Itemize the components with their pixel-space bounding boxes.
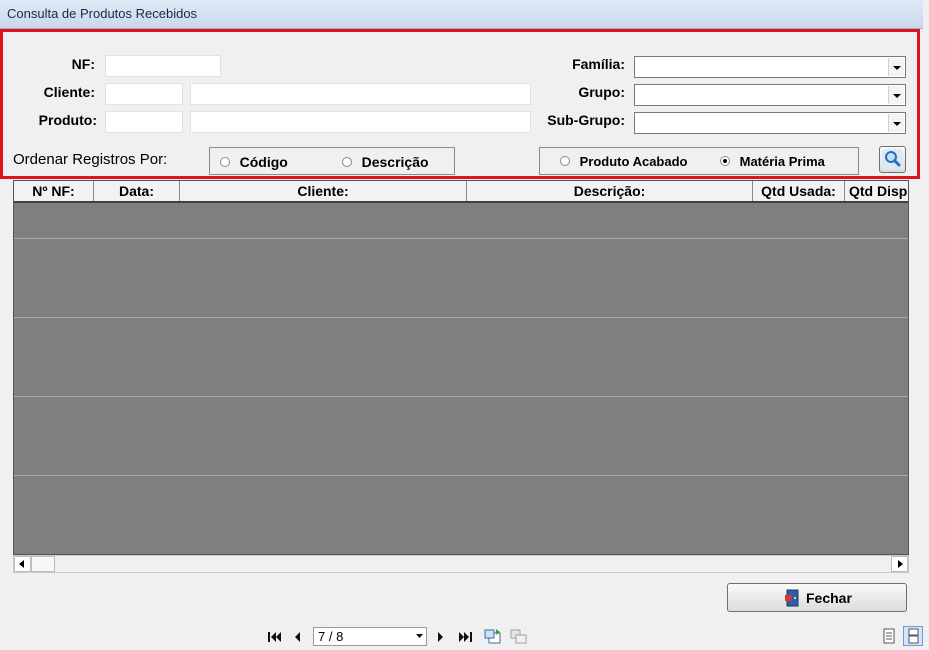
horizontal-scrollbar[interactable] <box>13 555 909 573</box>
row-divider <box>14 317 908 318</box>
report-navigation-bar: 7 / 8 <box>0 622 929 650</box>
column-header-descricao[interactable]: Descrição: <box>467 181 753 201</box>
grid-header: Nº NF: Data: Cliente: Descrição: Qtd Usa… <box>14 181 908 203</box>
close-button-label: Fechar <box>806 590 852 606</box>
scroll-left-button[interactable] <box>14 556 31 572</box>
chevron-down-icon <box>416 634 423 638</box>
copy-icon[interactable] <box>510 628 528 645</box>
column-header-cliente[interactable]: Cliente: <box>180 181 467 201</box>
arrow-right-icon <box>898 560 903 568</box>
next-page-icon[interactable] <box>436 630 446 644</box>
column-header-nf[interactable]: Nº NF: <box>14 181 94 201</box>
row-divider <box>14 396 908 397</box>
title-bar: Consulta de Produtos Recebidos <box>0 0 923 29</box>
results-grid[interactable]: Nº NF: Data: Cliente: Descrição: Qtd Usa… <box>13 180 909 555</box>
page-indicator: 7 / 8 <box>318 629 344 644</box>
door-exit-icon <box>785 589 799 607</box>
first-page-icon[interactable] <box>266 630 282 644</box>
previous-page-icon[interactable] <box>292 630 302 644</box>
multi-page-view-icon <box>908 628 919 644</box>
close-button[interactable]: Fechar <box>727 583 907 612</box>
column-header-qtd-disp[interactable]: Qtd Disp <box>845 181 908 201</box>
page-selector[interactable]: 7 / 8 <box>313 627 427 646</box>
single-page-view-icon[interactable] <box>882 628 896 644</box>
multi-page-view-button[interactable] <box>903 626 923 646</box>
arrow-left-icon <box>19 560 24 568</box>
window-title: Consulta de Produtos Recebidos <box>7 6 198 21</box>
last-page-icon[interactable] <box>458 630 474 644</box>
row-divider <box>14 475 908 476</box>
filter-highlight-frame <box>0 29 920 179</box>
column-header-qtd-usada[interactable]: Qtd Usada: <box>753 181 845 201</box>
scroll-right-button[interactable] <box>891 556 908 572</box>
column-header-data[interactable]: Data: <box>94 181 180 201</box>
row-divider <box>14 238 908 239</box>
scroll-thumb[interactable] <box>31 556 55 572</box>
export-icon[interactable] <box>484 628 502 645</box>
